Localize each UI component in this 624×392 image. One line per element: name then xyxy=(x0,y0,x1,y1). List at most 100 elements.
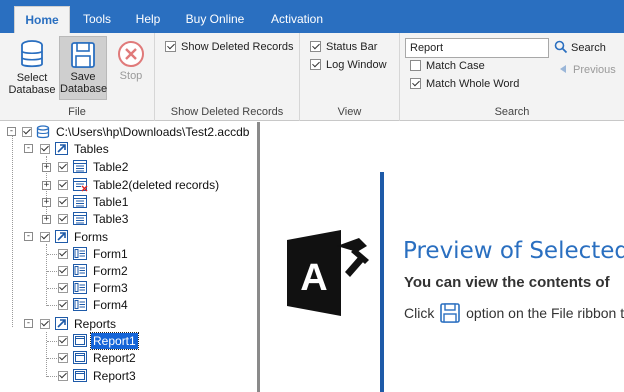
search-input[interactable]: Report xyxy=(405,38,549,58)
collapse-toggle[interactable]: - xyxy=(7,127,16,136)
file-group: Select Database Save Database Stop File xyxy=(0,33,155,121)
report-icon xyxy=(73,334,87,347)
preview-subtitle: You can view the contents of xyxy=(404,274,610,291)
report-label: Report3 xyxy=(93,369,136,383)
form-icon xyxy=(73,264,87,277)
file-group-label: File xyxy=(68,106,86,118)
tree-checkbox[interactable] xyxy=(58,197,68,207)
database-icon xyxy=(21,40,43,68)
save-database-button[interactable]: Save Database xyxy=(59,36,107,100)
preview-line-after: option on the File ribbon to xyxy=(466,305,624,321)
select-database-label: Select Database xyxy=(8,72,56,96)
report-label: Report1 xyxy=(90,332,139,350)
database-tree: - C:\Users\hp\Downloads\Test2.accdb - Ta… xyxy=(0,122,260,392)
ribbon: Select Database Save Database Stop File … xyxy=(0,33,624,121)
checkbox-box xyxy=(410,60,421,71)
show-deleted-group-label: Show Deleted Records xyxy=(170,106,284,118)
search-button-label: Search xyxy=(571,42,606,54)
form-label: Form1 xyxy=(93,247,128,261)
reports-label: Reports xyxy=(74,317,117,331)
report-icon xyxy=(73,351,87,364)
table-icon xyxy=(73,212,87,225)
collapse-toggle[interactable]: - xyxy=(24,144,33,153)
match-whole-word-label: Match Whole Word xyxy=(426,78,520,90)
search-button[interactable]: Search xyxy=(554,39,606,57)
form-label: Form3 xyxy=(93,281,128,295)
tree-checkbox[interactable] xyxy=(58,371,68,381)
tree-checkbox[interactable] xyxy=(58,180,68,190)
stop-label: Stop xyxy=(119,70,143,82)
tree-line xyxy=(47,305,57,306)
ribbon-tab-bar: Home Tools Help Buy Online Activation xyxy=(0,0,624,33)
match-case-label: Match Case xyxy=(426,60,485,72)
triangle-left-icon xyxy=(560,65,566,73)
deleted-table-icon xyxy=(73,178,88,192)
show-deleted-records-checkbox[interactable]: Show Deleted Records xyxy=(165,40,294,56)
tree-line xyxy=(47,271,57,272)
select-database-button[interactable]: Select Database xyxy=(8,36,56,100)
report-label: Report2 xyxy=(93,351,136,365)
tab-help[interactable]: Help xyxy=(126,6,170,33)
tree-checkbox[interactable] xyxy=(58,266,68,276)
expand-toggle[interactable]: + xyxy=(42,215,51,224)
table-label: Table2 xyxy=(93,160,129,174)
preview-divider xyxy=(380,172,384,392)
previous-button-label: Previous xyxy=(573,64,616,76)
preview-pane: A Preview of Selected You can view the c… xyxy=(263,122,624,392)
save-icon xyxy=(71,42,95,68)
collapse-toggle[interactable]: - xyxy=(24,232,33,241)
expand-toggle[interactable]: + xyxy=(42,198,51,207)
tab-activation[interactable]: Activation xyxy=(262,6,332,33)
log-window-checkbox[interactable]: Log Window xyxy=(310,58,387,74)
expand-toggle[interactable]: + xyxy=(42,163,51,172)
search-group-label: Search xyxy=(494,106,530,118)
tree-line xyxy=(46,332,47,377)
form-label: Form4 xyxy=(93,298,128,312)
expand-toggle[interactable]: + xyxy=(42,181,51,190)
database-icon xyxy=(36,125,50,139)
save-database-label: Save Database xyxy=(60,71,108,95)
tree-checkbox[interactable] xyxy=(40,319,50,329)
stop-button[interactable]: Stop xyxy=(107,36,155,100)
preview-instruction: Click option on the File ribbon to xyxy=(404,303,624,323)
tree-checkbox[interactable] xyxy=(58,283,68,293)
show-deleted-records-label: Show Deleted Records xyxy=(181,41,294,53)
tab-buy-online[interactable]: Buy Online xyxy=(176,6,254,33)
tree-line xyxy=(47,358,57,359)
status-bar-checkbox[interactable]: Status Bar xyxy=(310,40,377,56)
tree-checkbox[interactable] xyxy=(58,162,68,172)
checkbox-box xyxy=(310,59,321,70)
tree-checkbox[interactable] xyxy=(58,353,68,363)
stop-icon xyxy=(118,41,144,67)
checkbox-box xyxy=(165,41,176,52)
tree-line xyxy=(47,288,57,289)
save-icon xyxy=(440,303,461,323)
tree-line xyxy=(12,132,13,327)
tree-checkbox[interactable] xyxy=(40,232,50,242)
tab-home[interactable]: Home xyxy=(14,6,70,33)
checkbox-box xyxy=(310,41,321,52)
tree-checkbox[interactable] xyxy=(40,144,50,154)
tree-checkbox[interactable] xyxy=(22,127,32,137)
view-group: Status Bar Log Window View xyxy=(300,33,400,121)
tree-line xyxy=(47,376,57,377)
tab-tools[interactable]: Tools xyxy=(74,6,120,33)
collapse-toggle[interactable]: - xyxy=(24,319,33,328)
tree-line xyxy=(47,254,57,255)
table-label: Table2(deleted records) xyxy=(93,178,220,192)
form-icon xyxy=(73,281,87,294)
form-icon xyxy=(73,247,87,260)
forms-label: Forms xyxy=(74,230,108,244)
tables-label: Tables xyxy=(74,142,109,156)
match-whole-word-checkbox[interactable]: Match Whole Word xyxy=(410,77,519,93)
tree-checkbox[interactable] xyxy=(58,336,68,346)
root-path-label: C:\Users\hp\Downloads\Test2.accdb xyxy=(56,125,250,139)
previous-button[interactable]: Previous xyxy=(558,62,616,78)
tree-checkbox[interactable] xyxy=(58,249,68,259)
table-icon xyxy=(73,160,87,173)
view-group-label: View xyxy=(337,106,362,118)
tree-checkbox[interactable] xyxy=(58,300,68,310)
tree-checkbox[interactable] xyxy=(58,214,68,224)
table-label: Table3 xyxy=(93,212,129,226)
match-case-checkbox[interactable]: Match Case xyxy=(410,59,485,75)
